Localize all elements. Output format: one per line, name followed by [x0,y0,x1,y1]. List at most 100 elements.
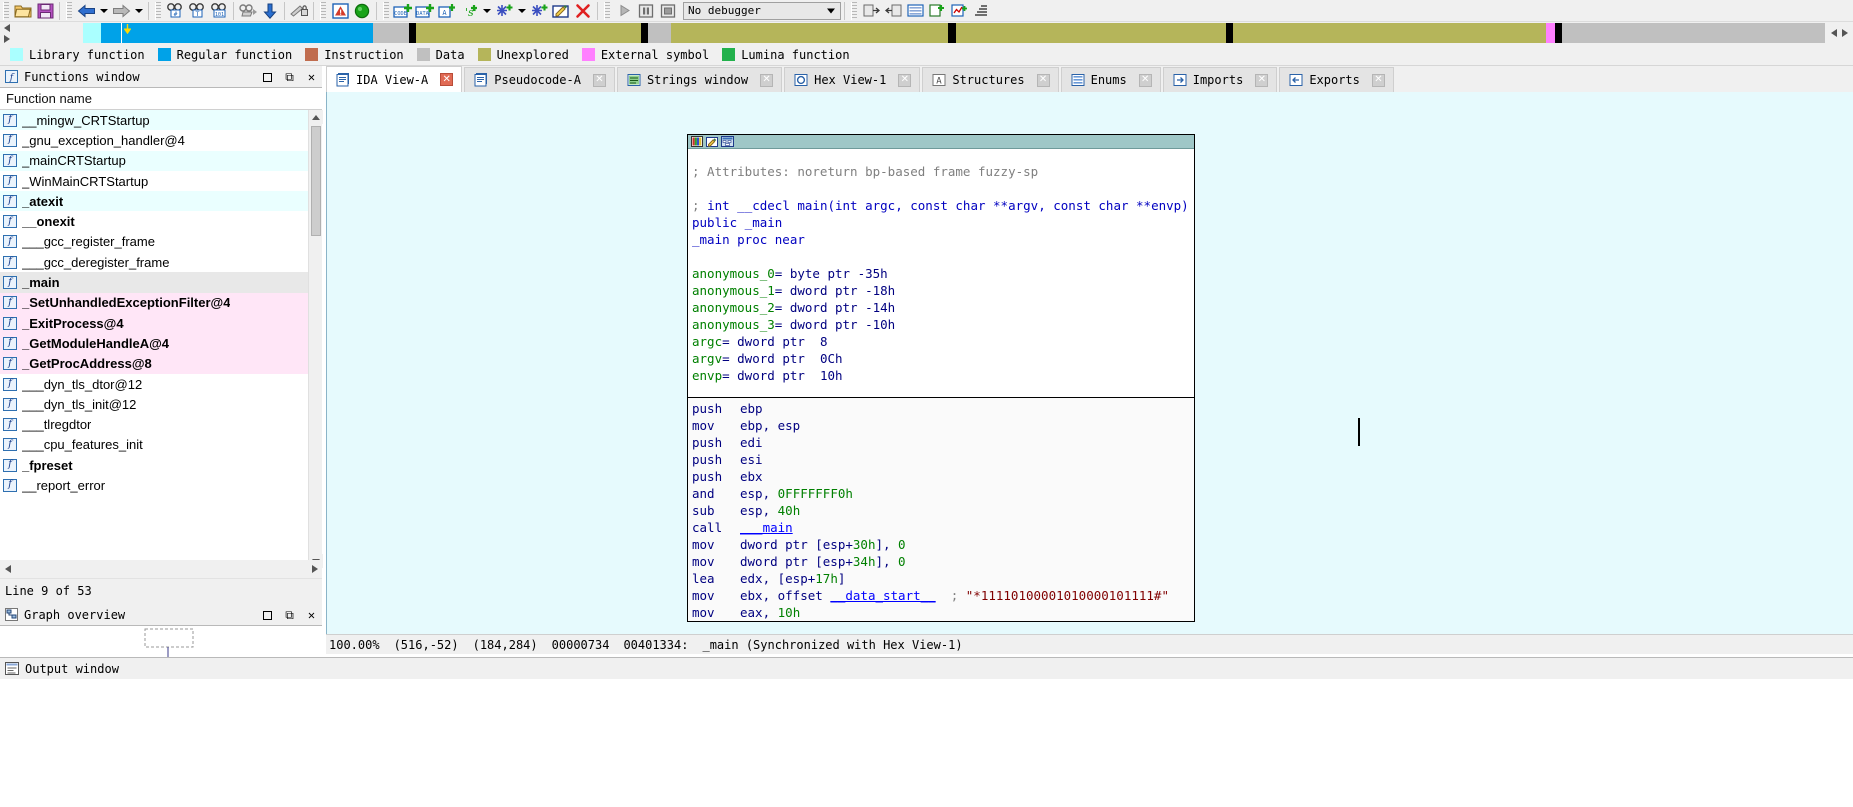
jump-to-xref-icon[interactable] [288,1,310,21]
navigate-forward-dropdown-icon[interactable] [132,1,145,21]
toolbar-grip[interactable] [3,1,9,20]
navigation-band[interactable] [0,22,1853,44]
function-list-row[interactable]: f ___gcc_deregister_frame [0,252,308,273]
tab-hex-view-1[interactable]: Hex View-1 ✕ [784,67,921,92]
navband-scroll-left[interactable] [0,22,14,44]
search-immediate-icon[interactable]: 101 [208,1,230,21]
graph-node-main[interactable]: ; Attributes: noreturn bp-based frame fu… [687,134,1195,622]
tab-close-button[interactable]: ✕ [592,73,606,87]
debugger-select[interactable]: No debugger [683,1,841,20]
view-tabbar[interactable]: IDA View-A ✕ Pseudocode-A ✕ Strings window ✕ H… [326,66,1853,92]
navband-segment[interactable] [1562,23,1825,43]
graph-node-titlebar[interactable] [688,135,1194,149]
green-circle-icon[interactable] [351,1,373,21]
rename-icon[interactable] [706,136,718,147]
tab-structures[interactable]: A Structures ✕ [922,67,1059,92]
hscroll-right-button[interactable] [307,561,322,576]
hscroll-left-button[interactable] [0,561,15,576]
navigate-forward-icon[interactable] [110,1,132,21]
make-string-icon[interactable]: 's' [458,1,480,21]
tab-imports[interactable]: Imports ✕ [1162,67,1278,92]
jump-to-address-icon[interactable] [259,1,281,21]
functions-list-scrollbar[interactable] [308,110,323,568]
make-struct-dropdown-icon[interactable] [515,1,528,21]
scroll-thumb[interactable] [311,126,321,236]
make-array-icon[interactable]: A [436,1,458,21]
tab-strings-window[interactable]: Strings window ✕ [616,67,783,92]
edit-function-icon[interactable] [550,1,572,21]
function-list-row[interactable]: f ___tlregdtor [0,414,308,435]
save-file-icon[interactable] [34,1,56,21]
functions-list-hscrollbar[interactable] [0,560,322,577]
debugger-stop-icon[interactable] [657,1,679,21]
tab-close-button[interactable]: ✕ [898,73,912,87]
watch-list-icon[interactable] [926,1,948,21]
function-list-row[interactable]: f _GetProcAddress@8 [0,353,308,374]
navband-segment[interactable] [372,23,409,43]
create-struct-icon[interactable] [528,1,550,21]
stack-trace-icon[interactable] [970,1,992,21]
navband-segment[interactable] [1555,23,1563,43]
function-list-row[interactable]: f __mingw_CRTStartup [0,110,308,131]
function-list-row[interactable]: f ___cpu_features_init [0,434,308,456]
navband-segment[interactable] [1232,23,1547,43]
function-list-row[interactable]: f ___gcc_register_frame [0,231,308,253]
tab-ida-view-a[interactable]: IDA View-A ✕ [326,66,463,92]
navband-segment[interactable] [647,23,672,43]
tab-close-button[interactable]: ✕ [760,73,774,87]
tab-exports[interactable]: Exports ✕ [1279,67,1394,92]
navband-segment[interactable] [416,23,641,43]
tab-close-button[interactable]: ✕ [1371,73,1385,87]
function-list-row[interactable]: f _SetUnhandledExceptionFilter@4 [0,292,308,313]
function-list-row[interactable]: f _fpreset [0,455,308,476]
open-file-icon[interactable] [12,1,34,21]
navband-segment[interactable] [1546,23,1556,43]
navband-segment[interactable] [671,23,949,43]
make-string-dropdown-icon[interactable] [480,1,493,21]
make-data-icon[interactable]: DATA [414,1,436,21]
navband-segment[interactable] [955,23,1226,43]
function-list-row[interactable]: f _ExitProcess@4 [0,312,308,334]
panel-restore-button[interactable] [261,71,274,84]
search-hex-icon[interactable]: # [164,1,186,21]
tab-close-button[interactable]: ✕ [1138,73,1152,87]
function-list-row[interactable]: f __onexit [0,211,308,232]
error-list-icon[interactable] [329,1,351,21]
navband-segment[interactable] [948,23,956,43]
function-list-row[interactable]: f _GetModuleHandleA@4 [0,333,308,354]
navband-segment[interactable] [408,23,417,43]
function-list-row[interactable]: f _mainCRTStartup [0,150,308,171]
function-list-row[interactable]: f ___dyn_tls_init@12 [0,394,308,415]
toolbar-grip-5[interactable] [383,1,389,20]
tab-pseudocode-a[interactable]: Pseudocode-A ✕ [464,67,615,92]
graph-close-button[interactable]: ✕ [305,608,318,622]
output-window-body[interactable] [0,679,1853,807]
panel-close-button[interactable]: ✕ [305,70,318,84]
function-list-row[interactable]: f _atexit [0,191,308,212]
attach-process-icon[interactable] [860,1,882,21]
tracing-icon[interactable] [948,1,970,21]
scroll-up-button[interactable] [309,110,323,124]
functions-list[interactable]: f __mingw_CRTStartup f _gnu_exception_handl… [0,110,308,568]
graph-node-disassembly[interactable]: ; Attributes: noreturn bp-based frame fu… [688,149,1194,621]
toolbar-grip-7[interactable] [851,1,857,20]
navband-segment[interactable] [1225,23,1233,43]
ida-view-graph-area[interactable]: ; Attributes: noreturn bp-based frame fu… [326,92,1853,634]
search-text-icon[interactable]: T [186,1,208,21]
tab-close-button[interactable]: ✕ [1036,73,1050,87]
function-list-row[interactable]: f __report_error [0,475,308,496]
navband-segment[interactable] [82,23,101,43]
tab-enums[interactable]: Enums ✕ [1060,67,1161,92]
make-code-icon[interactable]: CODE [392,1,414,21]
breakpoint-list-icon[interactable] [904,1,926,21]
debugger-run-icon[interactable] [613,1,635,21]
group-nodes-icon[interactable] [721,136,734,147]
function-list-row[interactable]: f _main [0,272,308,293]
navigate-back-dropdown-icon[interactable] [97,1,110,21]
panel-float-button[interactable]: ⧉ [283,70,296,84]
function-name-column-header[interactable]: Function name [0,88,322,110]
tab-close-button[interactable]: ✕ [1255,73,1269,87]
search-next-icon[interactable] [237,1,259,21]
navband-strip[interactable] [14,22,1825,44]
node-instructions-section[interactable]: push ebp mov ebp, esp push edi push esi push ebx a… [688,397,1194,621]
